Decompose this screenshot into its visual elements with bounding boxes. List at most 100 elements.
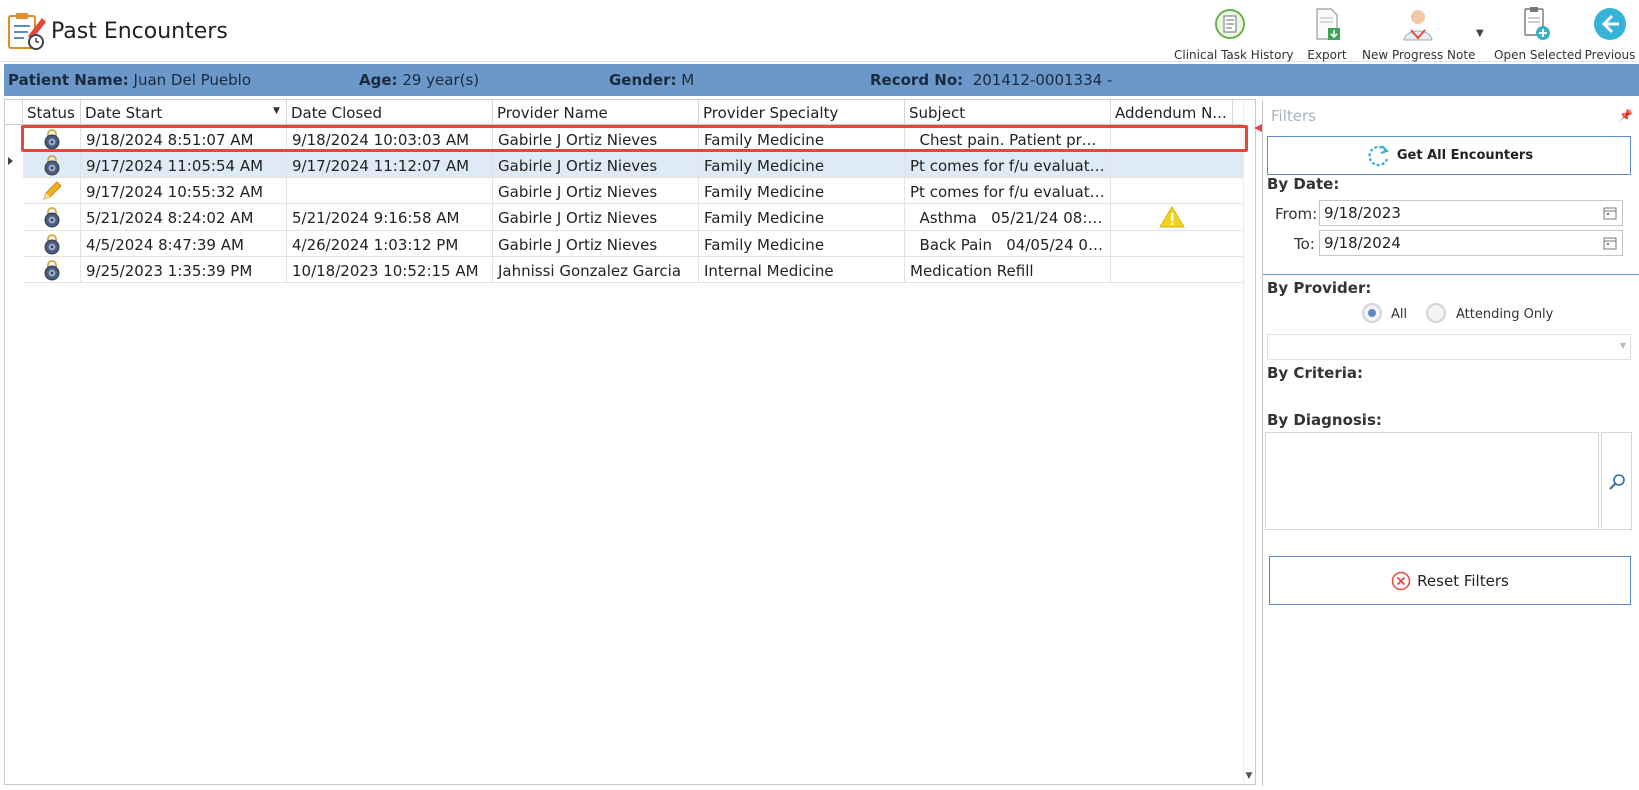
radio-all[interactable] (1362, 303, 1382, 323)
cell-date-closed: 5/21/2024 9:16:58 AM (287, 204, 493, 231)
column-header-subject[interactable]: Subject (905, 100, 1111, 125)
sort-descending-icon: ▼ (273, 106, 280, 116)
new-progress-note-dropdown-icon[interactable]: ▼ (1476, 28, 1484, 39)
cell-date-closed: 9/17/2024 11:12:07 AM (287, 152, 493, 178)
filters-divider (1263, 274, 1639, 275)
column-header-label: Date Start (85, 104, 163, 122)
cell-addendum (1111, 204, 1233, 231)
patient-age: Age: 29 year(s) (359, 71, 480, 89)
diagnosis-search-button[interactable] (1601, 432, 1632, 530)
filters-panel: Filters 📌 Get All Encounters By Date: Fr… (1262, 100, 1639, 786)
to-date-input[interactable] (1319, 230, 1623, 256)
filters-title: Filters (1271, 107, 1316, 125)
table-row[interactable]: 9/17/2024 11:05:54 AM 9/17/2024 11:12:07 … (23, 152, 1243, 178)
toolbar-label: Open Selected (1494, 48, 1582, 62)
calendar-icon[interactable] (1603, 206, 1617, 220)
clinical-task-history-icon (1215, 9, 1245, 39)
toolbar-label: Clinical Task History (1174, 48, 1294, 62)
calendar-icon[interactable] (1603, 236, 1617, 250)
open-selected-icon (1524, 7, 1550, 40)
warning-icon (1159, 206, 1185, 228)
new-progress-note-button[interactable]: New Progress Note (1362, 4, 1475, 62)
cell-subject: Medication Refill (905, 257, 1111, 283)
cell-provider-specialty: Family Medicine (699, 152, 905, 178)
cell-provider-name: Jahnissi Gonzalez Garcia (493, 257, 699, 283)
cell-status (23, 178, 81, 204)
cell-date-start: 9/17/2024 10:55:32 AM (81, 178, 287, 204)
cell-provider-specialty: Family Medicine (699, 231, 905, 257)
scroll-down-arrow-icon[interactable]: ▼ (1243, 771, 1255, 783)
radio-all-label: All (1391, 307, 1408, 322)
previous-arrow-icon (1594, 8, 1626, 40)
by-diagnosis-label: By Diagnosis: (1267, 411, 1382, 429)
current-row-indicator-icon (8, 157, 13, 165)
export-button[interactable]: Export (1300, 4, 1354, 62)
refresh-icon (1368, 144, 1389, 166)
draft-pencil-icon (43, 181, 62, 200)
get-all-encounters-label: Get All Encounters (1396, 148, 1534, 163)
to-label: To: (1294, 235, 1315, 253)
to-date-field[interactable] (1319, 230, 1623, 256)
page-title: Past Encounters (51, 19, 228, 44)
reset-filters-button[interactable]: Reset Filters (1269, 556, 1631, 605)
grid-vertical-scrollbar[interactable] (1243, 100, 1255, 784)
row-header-corner (5, 100, 23, 125)
radio-attending-only-label: Attending Only (1456, 307, 1554, 322)
new-progress-note-icon (1403, 10, 1433, 41)
patient-name: Patient Name: Juan Del Pueblo (8, 71, 252, 89)
radio-attending-only[interactable] (1426, 303, 1446, 323)
cell-provider-name: Gabirle J Ortiz Nieves (493, 231, 699, 257)
cell-status (23, 257, 81, 283)
cell-status (23, 152, 81, 178)
past-encounters-app-icon (8, 13, 46, 50)
cell-addendum (1111, 257, 1233, 283)
provider-select[interactable]: ▼ (1267, 334, 1631, 360)
get-all-encounters-button[interactable]: Get All Encounters (1267, 136, 1631, 175)
column-header-date-closed[interactable]: Date Closed (287, 100, 493, 125)
cell-subject: Pt comes for f/u evaluatio... (905, 152, 1111, 178)
locked-encounter-icon (44, 207, 60, 228)
column-header-status[interactable]: Status (23, 100, 81, 125)
by-date-label: By Date: (1267, 175, 1340, 193)
table-row[interactable]: 5/21/2024 8:24:02 AM 5/21/2024 9:16:58 AM… (23, 204, 1243, 231)
chevron-down-icon: ▼ (1619, 341, 1626, 350)
locked-encounter-icon (44, 155, 60, 176)
cell-addendum (1111, 231, 1233, 257)
cell-date-start: 9/25/2023 1:35:39 PM (81, 257, 287, 283)
column-header-date-start[interactable]: Date Start ▼ (81, 100, 287, 125)
cell-date-closed: 4/26/2024 1:03:12 PM (287, 231, 493, 257)
diagnosis-input[interactable] (1265, 432, 1599, 530)
column-header-addendum[interactable]: Addendum N... (1111, 100, 1233, 125)
table-row[interactable]: 9/25/2023 1:35:39 PM 10/18/2023 10:52:15 … (23, 257, 1243, 283)
cell-provider-name: Gabirle J Ortiz Nieves (493, 204, 699, 231)
column-header-provider-specialty[interactable]: Provider Specialty (699, 100, 905, 125)
cell-addendum (1111, 152, 1233, 178)
cell-date-start: 4/5/2024 8:47:39 AM (81, 231, 287, 257)
patient-gender: Gender: M (609, 71, 695, 89)
patient-record-number: Record No: 201412-0001334 - (870, 71, 1113, 89)
from-date-field[interactable] (1319, 200, 1623, 226)
table-row[interactable]: 4/5/2024 8:47:39 AM 4/26/2024 1:03:12 PM G… (23, 231, 1243, 257)
cell-date-closed (287, 178, 493, 204)
encounters-grid: Status Date Start ▼ Date Closed Provider… (4, 99, 1256, 785)
cell-date-start: 9/17/2024 11:05:54 AM (81, 152, 287, 178)
clear-icon (1391, 571, 1411, 590)
cell-provider-specialty: Family Medicine (699, 204, 905, 231)
search-icon (1609, 474, 1625, 490)
toolbar-label: Previous (1584, 48, 1636, 62)
patient-info-bar: Patient Name: Juan Del Pueblo Age: 29 ye… (4, 64, 1639, 96)
table-row[interactable]: 9/17/2024 10:55:32 AM Gabirle J Ortiz Nie… (23, 178, 1243, 204)
pin-icon[interactable]: 📌 (1619, 109, 1633, 122)
from-date-input[interactable] (1319, 200, 1623, 226)
from-label: From: (1275, 205, 1318, 223)
cell-date-start: 5/21/2024 8:24:02 AM (81, 204, 287, 231)
cell-provider-specialty: Internal Medicine (699, 257, 905, 283)
cell-subject: Back Pain 04/05/24 08:... (905, 231, 1111, 257)
cell-status (23, 231, 81, 257)
open-selected-button[interactable]: Open Selected (1494, 4, 1582, 62)
cell-subject: Pt comes for f/u evaluatio... (905, 178, 1111, 204)
clinical-task-history-button[interactable]: Clinical Task History (1174, 4, 1294, 62)
export-icon (1316, 8, 1340, 40)
column-header-provider-name[interactable]: Provider Name (493, 100, 699, 125)
previous-button[interactable]: Previous (1584, 4, 1636, 62)
